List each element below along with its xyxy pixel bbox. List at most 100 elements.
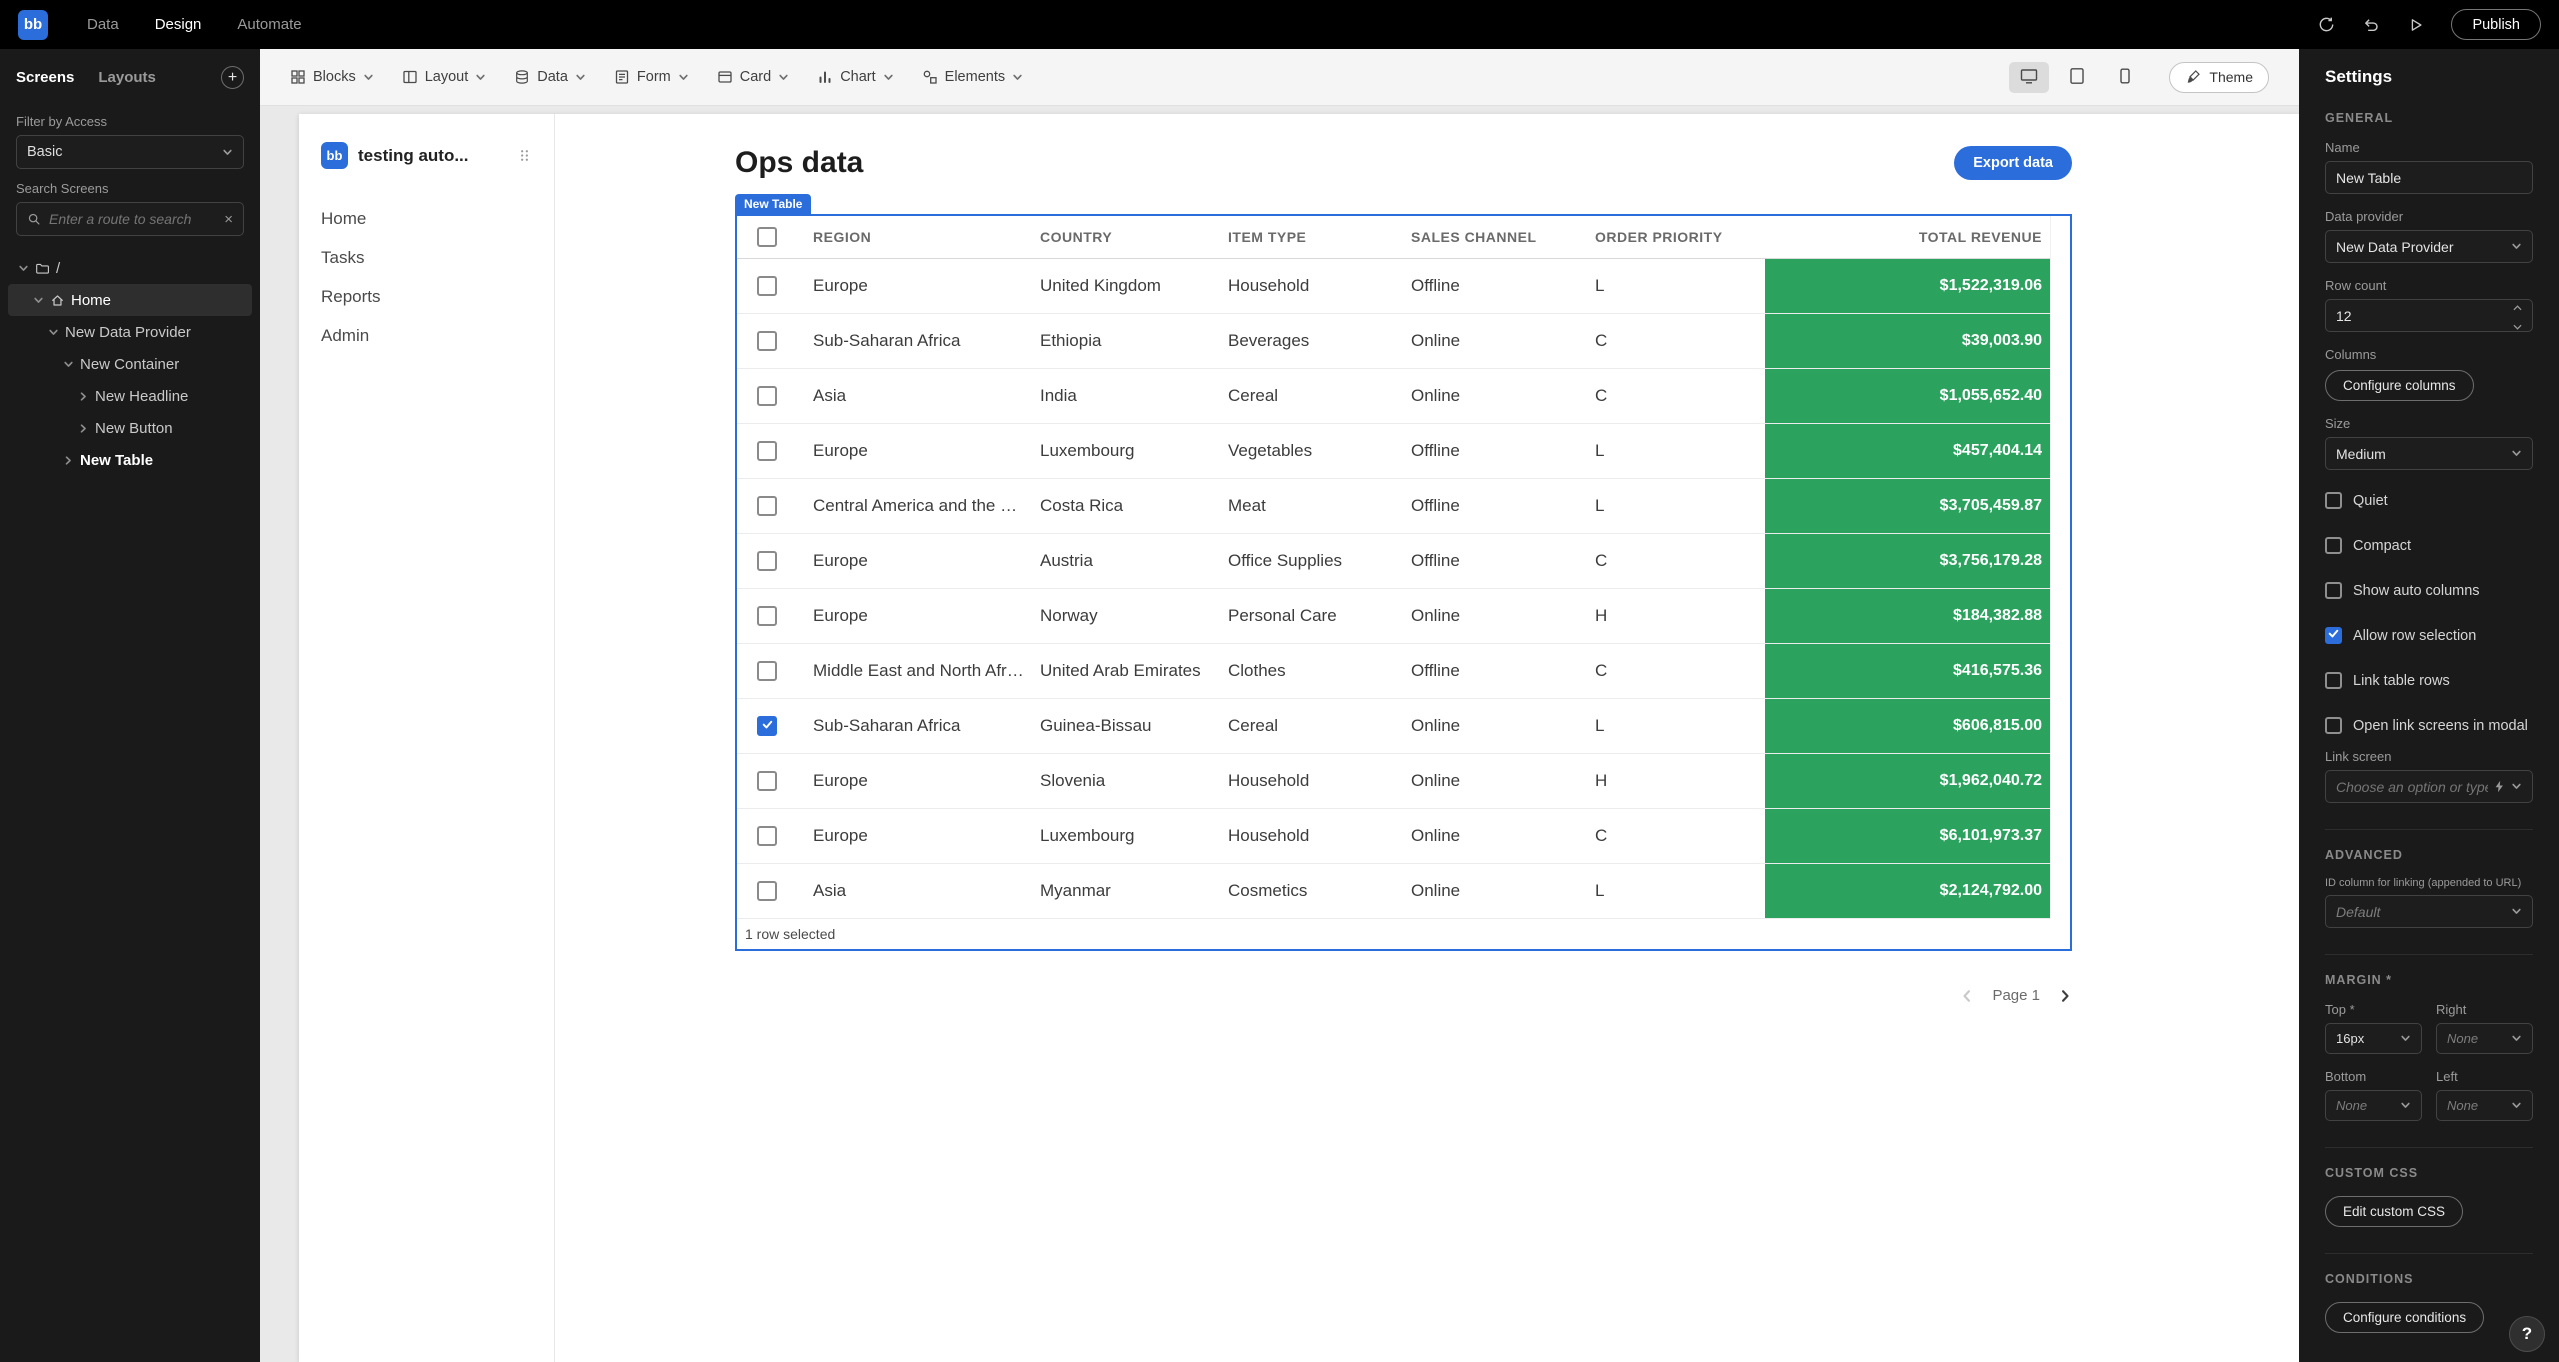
margin-left-select[interactable]: None — [2436, 1090, 2533, 1121]
app-nav-item-tasks[interactable]: Tasks — [321, 238, 532, 277]
toolbar-group-card[interactable]: Card — [717, 69, 789, 85]
device-tablet-button[interactable] — [2057, 62, 2097, 93]
tab-screens[interactable]: Screens — [16, 69, 74, 86]
column-header-region[interactable]: REGION — [797, 229, 1024, 245]
checkbox-unchecked[interactable] — [2325, 672, 2342, 689]
chevron-right-icon[interactable] — [63, 455, 74, 466]
topnav-design[interactable]: Design — [140, 9, 217, 40]
toolbar-group-data[interactable]: Data — [514, 69, 586, 85]
row-checkbox[interactable] — [757, 496, 777, 516]
select-all-checkbox[interactable] — [757, 227, 777, 247]
table-row[interactable]: Central America and the Caribb...Costa R… — [737, 479, 2070, 534]
device-mobile-button[interactable] — [2105, 62, 2145, 93]
clear-search-icon[interactable]: × — [224, 211, 233, 228]
topnav-automate[interactable]: Automate — [222, 9, 316, 40]
tree-item-new-container[interactable]: New Container — [8, 348, 252, 380]
export-data-button[interactable]: Export data — [1954, 146, 2072, 180]
binding-bolt-icon[interactable] — [2494, 780, 2505, 793]
column-header-country[interactable]: COUNTRY — [1024, 229, 1212, 245]
chevron-down-icon[interactable] — [48, 327, 59, 338]
setting-checkbox-link-table-rows[interactable]: Link table rows — [2325, 672, 2533, 689]
tree-item-root[interactable]: / — [8, 252, 252, 284]
chevron-down-icon[interactable] — [63, 359, 74, 370]
setting-checkbox-compact[interactable]: Compact — [2325, 537, 2533, 554]
setting-checkbox-show-auto-columns[interactable]: Show auto columns — [2325, 582, 2533, 599]
tab-layouts[interactable]: Layouts — [98, 69, 156, 86]
row-checkbox[interactable] — [757, 441, 777, 461]
table-row[interactable]: Middle East and North AfricaUnited Arab … — [737, 644, 2070, 699]
page-next-icon[interactable] — [2058, 989, 2072, 1003]
row-checkbox[interactable] — [757, 331, 777, 351]
table-scrollbar[interactable] — [2050, 216, 2070, 919]
toolbar-group-form[interactable]: Form — [614, 69, 689, 85]
stepper-down-icon[interactable] — [2513, 317, 2522, 333]
margin-right-select[interactable]: None — [2436, 1023, 2533, 1054]
row-checkbox[interactable] — [757, 771, 777, 791]
column-header-order-priority[interactable]: ORDER PRIORITY — [1579, 229, 1765, 245]
edit-custom-css-button[interactable]: Edit custom CSS — [2325, 1196, 2463, 1227]
row-checkbox[interactable] — [757, 276, 777, 296]
toolbar-group-layout[interactable]: Layout — [402, 69, 487, 85]
row-checkbox[interactable] — [757, 551, 777, 571]
undo-icon[interactable] — [2362, 15, 2381, 34]
checkbox-unchecked[interactable] — [2325, 582, 2342, 599]
row-checkbox[interactable] — [757, 826, 777, 846]
checkbox-unchecked[interactable] — [2325, 537, 2342, 554]
margin-top-select[interactable]: 16px — [2325, 1023, 2422, 1054]
chevron-down-icon[interactable] — [33, 295, 44, 306]
tree-item-new-button[interactable]: New Button — [8, 412, 252, 444]
checkbox-checked[interactable] — [2325, 627, 2342, 644]
table-row[interactable]: EuropeAustriaOffice SuppliesOfflineC$3,7… — [737, 534, 2070, 589]
row-checkbox[interactable] — [757, 386, 777, 406]
chevron-right-icon[interactable] — [78, 391, 89, 402]
help-button[interactable]: ? — [2509, 1316, 2545, 1352]
toolbar-group-chart[interactable]: Chart — [817, 69, 893, 85]
drag-handle-icon[interactable] — [517, 148, 532, 163]
link-screen-combobox[interactable] — [2325, 770, 2533, 803]
size-select[interactable]: Medium — [2325, 437, 2533, 470]
app-nav-item-admin[interactable]: Admin — [321, 316, 532, 355]
row-checkbox[interactable] — [757, 716, 777, 736]
chevron-down-icon[interactable] — [2511, 781, 2522, 792]
toolbar-group-elements[interactable]: Elements — [922, 69, 1023, 85]
selected-table-component[interactable]: New Table REGIONCOUNTRYITEM TYPESALES CH… — [735, 214, 2072, 951]
table-row[interactable]: Sub-Saharan AfricaEthiopiaBeveragesOnlin… — [737, 314, 2070, 369]
configure-conditions-button[interactable]: Configure conditions — [2325, 1302, 2484, 1333]
row-checkbox[interactable] — [757, 661, 777, 681]
toolbar-group-blocks[interactable]: Blocks — [290, 69, 374, 85]
publish-button[interactable]: Publish — [2451, 9, 2541, 40]
table-row[interactable]: EuropeSloveniaHouseholdOnlineH$1,962,040… — [737, 754, 2070, 809]
table-row[interactable]: AsiaMyanmarCosmeticsOnlineL$2,124,792.00 — [737, 864, 2070, 919]
data-provider-select[interactable]: New Data Provider — [2325, 230, 2533, 263]
table-row[interactable]: AsiaIndiaCerealOnlineC$1,055,652.40 — [737, 369, 2070, 424]
row-checkbox[interactable] — [757, 881, 777, 901]
link-screen-input[interactable] — [2336, 779, 2488, 795]
row-checkbox[interactable] — [757, 606, 777, 626]
tree-item-new-data-provider[interactable]: New Data Provider — [8, 316, 252, 348]
name-field[interactable] — [2325, 161, 2533, 194]
column-header-total-revenue[interactable]: TOTAL REVENUE — [1765, 229, 2070, 245]
access-filter-select[interactable]: Basic — [16, 135, 244, 169]
table-row[interactable]: Sub-Saharan AfricaGuinea-BissauCerealOnl… — [737, 699, 2070, 754]
id-column-select[interactable]: Default — [2325, 895, 2533, 928]
checkbox-unchecked[interactable] — [2325, 717, 2342, 734]
setting-checkbox-allow-row-selection[interactable]: Allow row selection — [2325, 627, 2533, 644]
preview-play-icon[interactable] — [2407, 16, 2425, 34]
page-prev-icon[interactable] — [1960, 989, 1974, 1003]
row-count-input[interactable] — [2336, 308, 2507, 324]
chevron-right-icon[interactable] — [78, 423, 89, 434]
table-row[interactable]: EuropeLuxembourgHouseholdOnlineC$6,101,9… — [737, 809, 2070, 864]
configure-columns-button[interactable]: Configure columns — [2325, 370, 2474, 401]
app-nav-item-reports[interactable]: Reports — [321, 277, 532, 316]
row-count-field[interactable] — [2325, 299, 2533, 332]
tree-item-new-table[interactable]: New Table — [8, 444, 252, 476]
setting-checkbox-quiet[interactable]: Quiet — [2325, 492, 2533, 509]
sync-icon[interactable] — [2317, 15, 2336, 34]
tree-item-home[interactable]: Home — [8, 284, 252, 316]
app-nav-item-home[interactable]: Home — [321, 199, 532, 238]
table-row[interactable]: EuropeUnited KingdomHouseholdOfflineL$1,… — [737, 259, 2070, 314]
table-row[interactable]: EuropeLuxembourgVegetablesOfflineL$457,4… — [737, 424, 2070, 479]
theme-button[interactable]: Theme — [2169, 62, 2269, 93]
chevron-down-icon[interactable] — [18, 263, 29, 274]
column-header-item-type[interactable]: ITEM TYPE — [1212, 229, 1395, 245]
